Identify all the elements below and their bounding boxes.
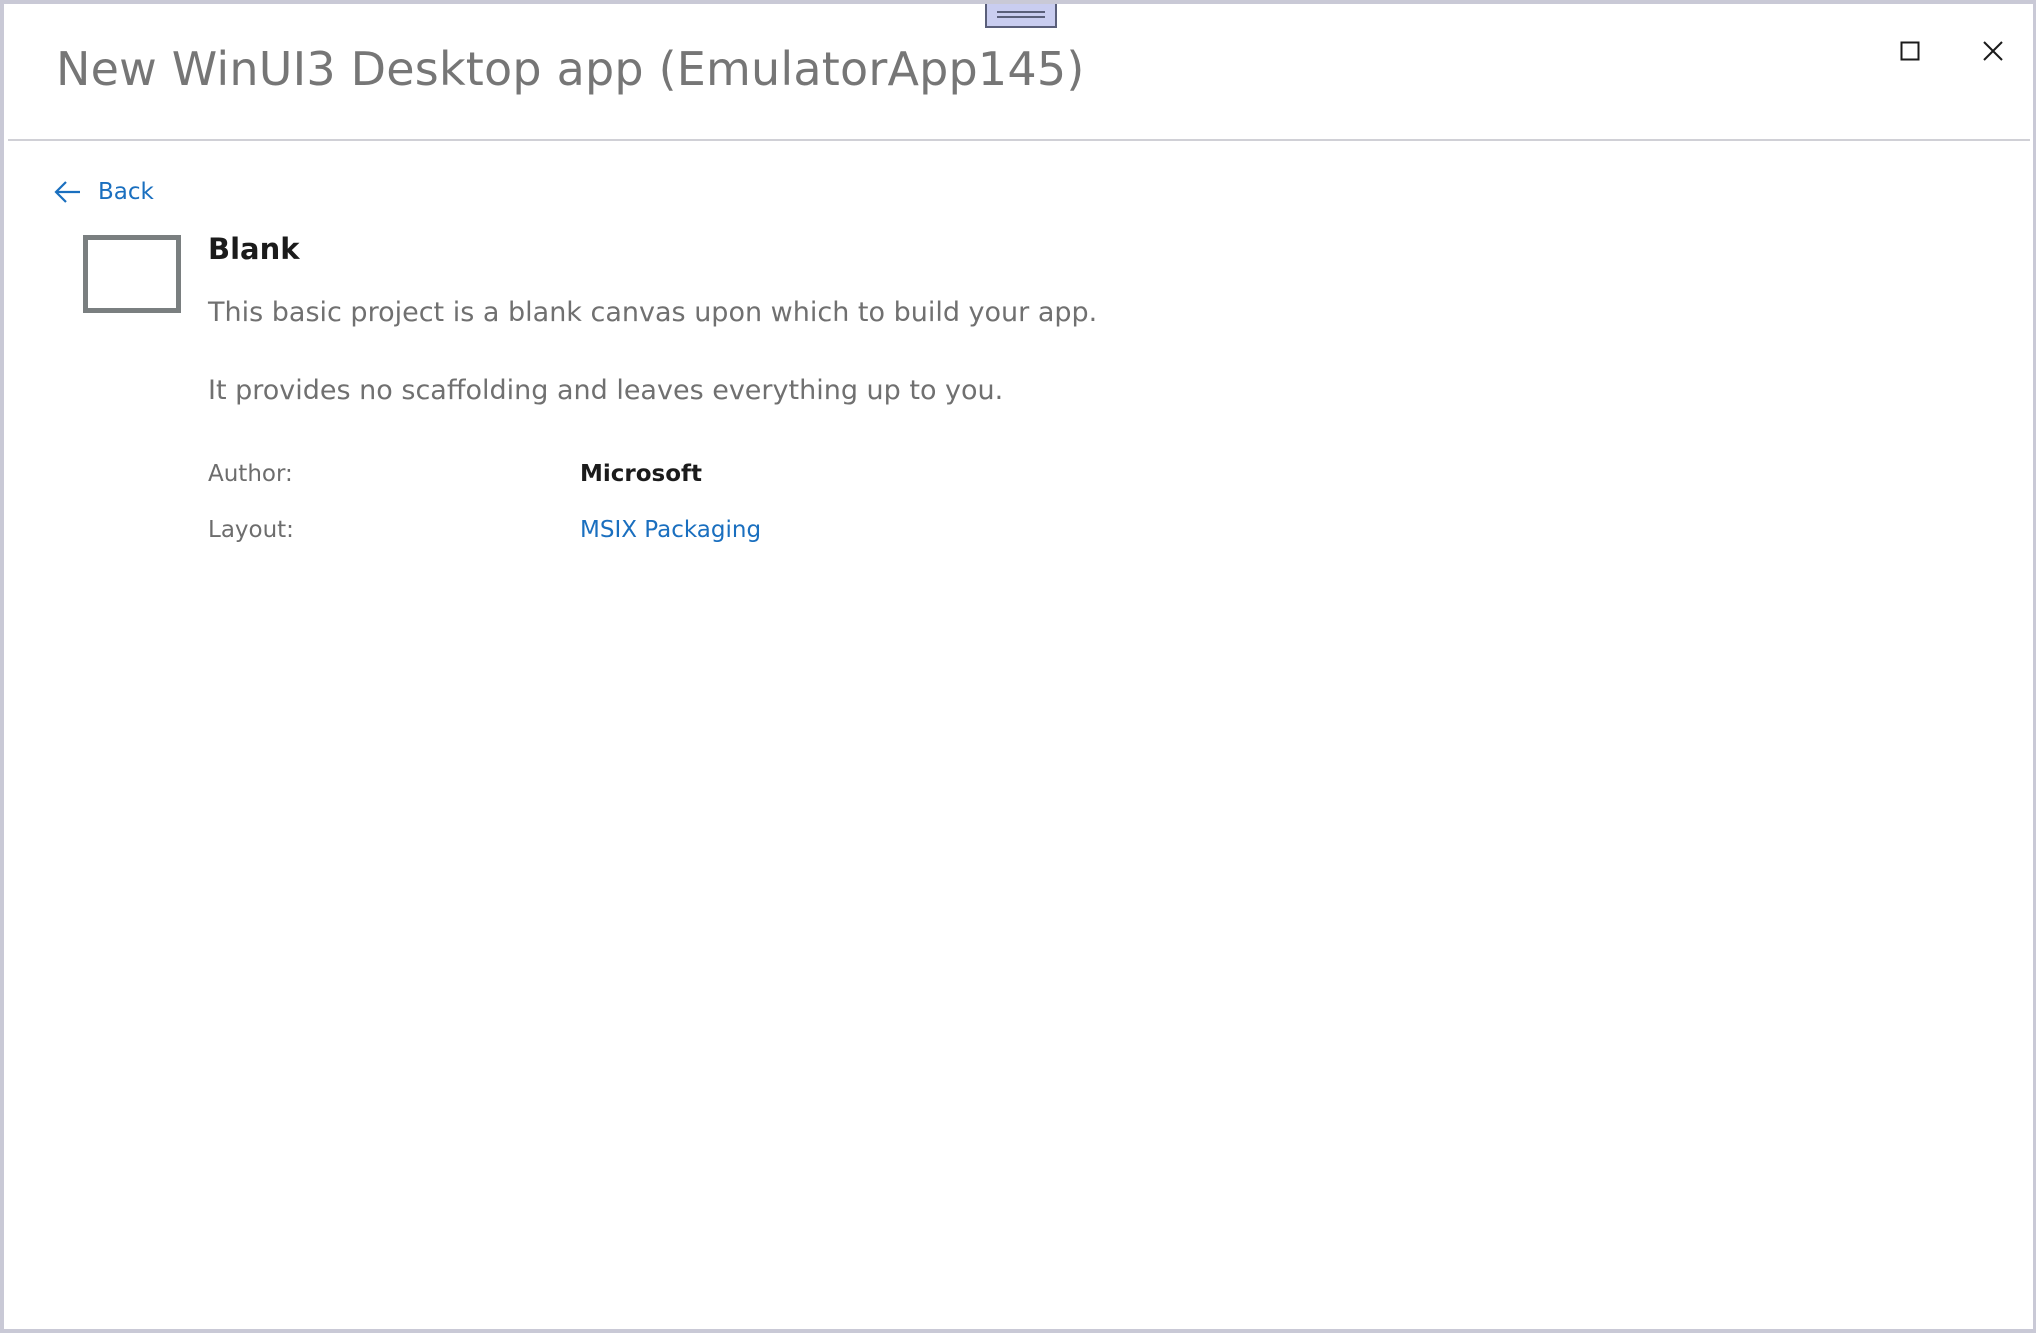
window-title: New WinUI3 Desktop app (EmulatorApp145) <box>56 42 1085 96</box>
author-value: Microsoft <box>580 461 703 487</box>
maximize-button[interactable] <box>1880 22 1940 80</box>
title-divider <box>8 139 2030 141</box>
drag-handle-line <box>997 11 1045 13</box>
layout-label: Layout: <box>208 517 294 543</box>
back-label: Back <box>98 179 154 205</box>
close-icon <box>1983 41 2003 61</box>
close-button[interactable] <box>1963 22 2023 80</box>
template-name: Blank <box>208 232 300 266</box>
maximize-icon <box>1900 41 1920 61</box>
layout-link[interactable]: MSIX Packaging <box>580 517 761 543</box>
template-description-detail: It provides no scaffolding and leaves ev… <box>208 375 1004 406</box>
back-button[interactable]: Back <box>54 174 154 210</box>
drag-handle-line <box>997 16 1045 18</box>
author-label: Author: <box>208 461 293 487</box>
drag-handle[interactable] <box>985 4 1057 28</box>
template-description: This basic project is a blank canvas upo… <box>208 297 1098 328</box>
app-window: New WinUI3 Desktop app (EmulatorApp145) … <box>0 0 2036 1333</box>
blank-template-icon <box>83 235 181 313</box>
arrow-left-icon <box>54 181 80 203</box>
